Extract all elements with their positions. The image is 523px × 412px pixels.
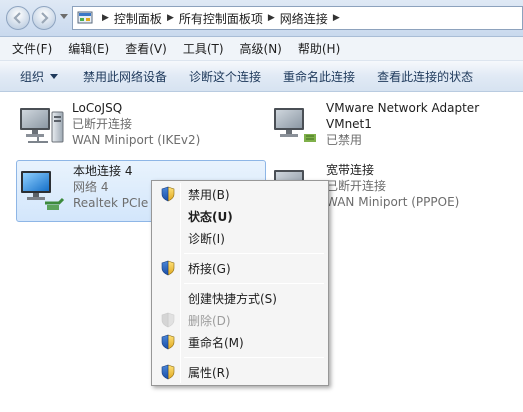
menu-file[interactable]: 文件(F) (4, 40, 60, 57)
menu-tools[interactable]: 工具(T) (175, 40, 232, 57)
connection-name: LoCoJSQ (72, 101, 123, 115)
shield-icon (161, 334, 175, 350)
connection-device: Realtek PCIe G (73, 196, 162, 210)
menu-item-label: 属性(R) (188, 365, 230, 380)
breadcrumb-separator-icon[interactable]: ▶ (102, 13, 109, 23)
connection-device: WAN Miniport (IKEv2) (72, 133, 201, 147)
breadcrumb-control-panel[interactable]: 控制面板 (114, 10, 162, 27)
menu-item-status[interactable]: 状态(U) (154, 205, 326, 227)
menu-item-label: 删除(D) (188, 313, 231, 328)
command-bar: 组织 禁用此网络设备 诊断这个连接 重命名此连接 查看此连接的状态 (0, 61, 523, 92)
menu-separator (184, 253, 324, 254)
connection-status: 已禁用 (326, 133, 363, 147)
menu-advanced[interactable]: 高级(N) (232, 40, 290, 57)
shield-icon (161, 364, 175, 380)
rename-connection-button[interactable]: 重命名此连接 (272, 68, 366, 85)
menu-item-properties[interactable]: 属性(R) (154, 361, 326, 383)
diagnose-connection-button[interactable]: 诊断这个连接 (178, 68, 272, 85)
connection-item[interactable]: VMware Network Adapter VMnet1 已禁用 (270, 98, 520, 160)
breadcrumb-separator-icon[interactable]: ▶ (167, 13, 174, 23)
recent-pages-dropdown-icon[interactable] (60, 14, 68, 19)
menu-bar: 文件(F) 编辑(E) 查看(V) 工具(T) 高级(N) 帮助(H) (0, 37, 523, 61)
menu-edit[interactable]: 编辑(E) (60, 40, 117, 57)
menu-item-rename[interactable]: 重命名(M) (154, 331, 326, 353)
disable-device-button[interactable]: 禁用此网络设备 (72, 68, 178, 85)
connection-name: 宽带连接 (326, 163, 375, 177)
menu-view[interactable]: 查看(V) (117, 40, 175, 57)
forward-button[interactable] (32, 6, 56, 30)
menu-item-label: 桥接(G) (188, 261, 231, 276)
menu-item-disable[interactable]: 禁用(B) (154, 183, 326, 205)
connection-device: WAN Miniport (PPPOE) (326, 195, 460, 209)
connection-name: VMware Network Adapter (326, 101, 480, 115)
menu-help[interactable]: 帮助(H) (290, 40, 348, 57)
organize-label: 组织 (20, 69, 45, 84)
shield-icon (161, 260, 175, 276)
connection-item[interactable]: LoCoJSQ 已断开连接 WAN Miniport (IKEv2) (16, 98, 266, 160)
chevron-down-icon (50, 73, 59, 79)
control-panel-icon (77, 11, 93, 24)
breadcrumb-separator-icon[interactable]: ▶ (333, 13, 340, 23)
connection-name-line2: VMnet1 (326, 117, 372, 131)
menu-separator (184, 357, 324, 358)
menu-item-bridge[interactable]: 桥接(G) (154, 257, 326, 279)
back-arrow-icon (13, 12, 21, 24)
menu-item-label: 重命名(M) (188, 335, 244, 350)
menu-item-delete: 删除(D) (154, 309, 326, 331)
breadcrumb-network-connections[interactable]: 网络连接 (280, 10, 328, 27)
menu-item-label: 诊断(I) (188, 231, 225, 246)
connection-name: 本地连接 4 (73, 164, 133, 178)
connection-status: 已断开连接 (326, 179, 387, 193)
context-menu: 禁用(B) 状态(U) 诊断(I) 桥接(G) 创建快捷方式(S) 删除(D) (151, 180, 329, 386)
menu-item-diagnose[interactable]: 诊断(I) (154, 227, 326, 249)
breadcrumb-all-items[interactable]: 所有控制面板项 (179, 10, 263, 27)
menu-item-create-shortcut[interactable]: 创建快捷方式(S) (154, 287, 326, 309)
address-input[interactable]: ▶ 控制面板 ▶ 所有控制面板项 ▶ 网络连接 ▶ (72, 6, 523, 30)
menu-item-label: 禁用(B) (188, 187, 230, 202)
menu-item-label: 状态(U) (188, 209, 233, 224)
address-bar: ▶ 控制面板 ▶ 所有控制面板项 ▶ 网络连接 ▶ (0, 0, 523, 37)
breadcrumb-separator-icon[interactable]: ▶ (268, 13, 275, 23)
connection-status: 网络 4 (73, 180, 109, 194)
network-computer-icon (20, 108, 64, 143)
organize-button[interactable]: 组织 (0, 68, 72, 85)
forward-arrow-icon (41, 12, 49, 24)
shield-icon (161, 312, 175, 328)
network-computer-icon (21, 171, 65, 210)
connection-status: 已断开连接 (72, 117, 133, 131)
shield-icon (161, 186, 175, 202)
back-button[interactable] (6, 6, 30, 30)
network-computer-icon (274, 108, 316, 142)
menu-item-label: 创建快捷方式(S) (188, 291, 277, 306)
view-status-button[interactable]: 查看此连接的状态 (366, 68, 484, 85)
menu-separator (184, 283, 324, 284)
